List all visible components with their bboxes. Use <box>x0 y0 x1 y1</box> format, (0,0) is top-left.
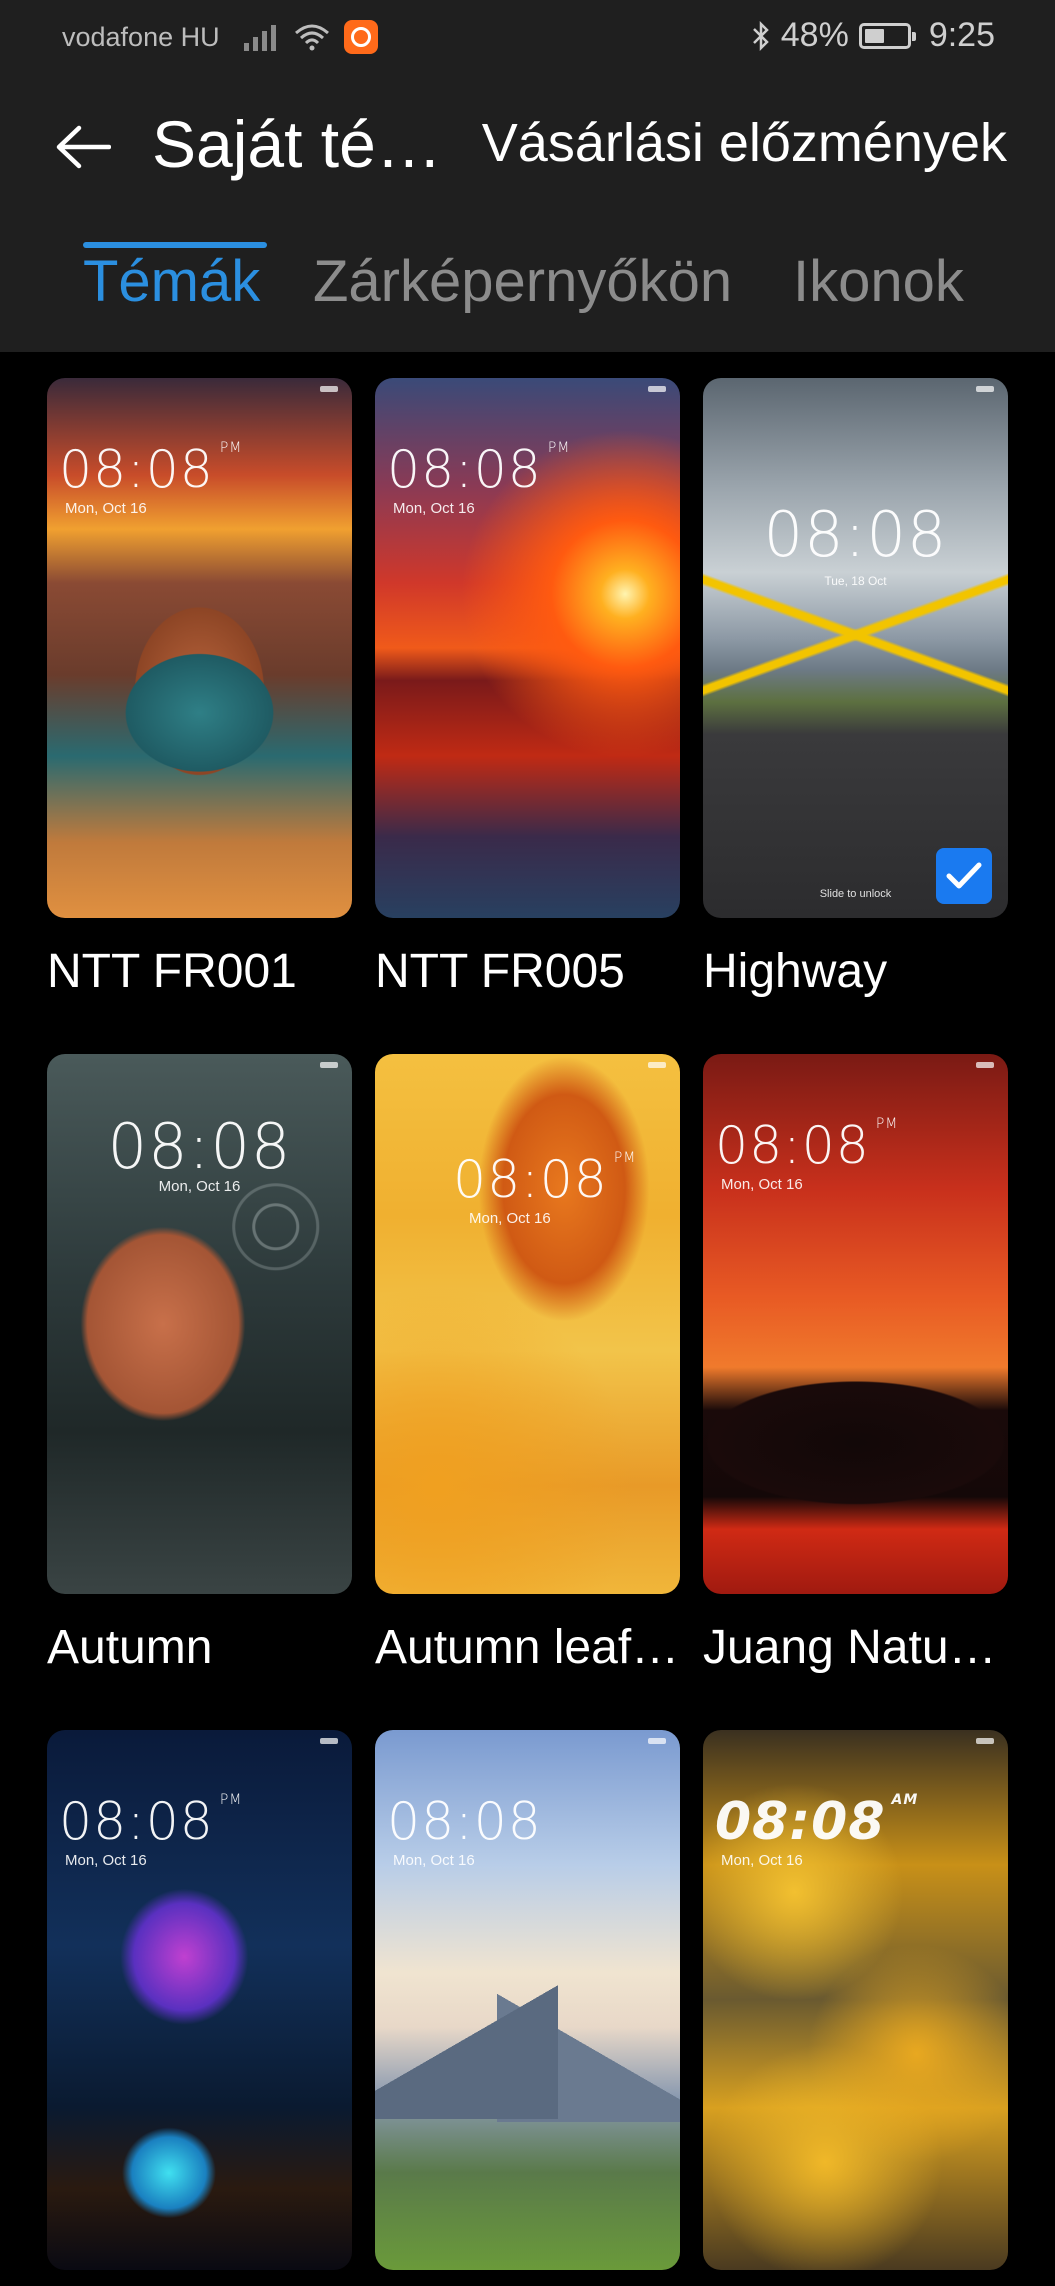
back-arrow-icon <box>56 125 111 169</box>
signal-icon <box>243 23 276 51</box>
theme-thumbnail[interactable]: 08:08 Mon, Oct 16 <box>375 1730 680 2270</box>
theme-name: Highway <box>703 945 888 998</box>
theme-thumbnail[interactable]: 08:08 PM Mon, Oct 16 <box>47 1730 352 2270</box>
tab-themes[interactable]: Témák <box>83 248 260 315</box>
preview-clock: 08:08 PM <box>59 440 243 500</box>
theme-name: NTT FR001 <box>47 945 297 998</box>
theme-name: Autumn <box>47 1621 213 1674</box>
theme-card-ntt-fr005[interactable]: 08:08 PM Mon, Oct 16 NTT FR005 <box>375 378 680 999</box>
preview-clock: 08:08 PM <box>387 440 571 500</box>
app-bar: Saját té… Vásárlási előzmények Témák Zár… <box>0 72 1055 352</box>
preview-date: Mon, Oct 16 <box>393 500 475 517</box>
carrier-name: vodafone HU <box>62 21 220 52</box>
preview-date: Mon, Oct 16 <box>721 1852 803 1869</box>
theme-thumbnail[interactable]: 08:08 AM Mon, Oct 16 <box>703 1730 1008 2270</box>
theme-name: Autumn leaf… <box>375 1621 680 1674</box>
preview-date: Tue, 18 Oct <box>824 574 887 588</box>
bluetooth-icon <box>752 20 769 51</box>
theme-thumbnail[interactable]: 08:08 PM Mon, Oct 16 <box>375 378 680 918</box>
theme-card-butterfly[interactable]: 08:08 PM Mon, Oct 16 <box>47 1730 352 2286</box>
theme-thumbnail[interactable]: 08:08 Tue, 18 Oct Slide to unlock <box>703 378 1008 918</box>
preview-date: Mon, Oct 16 <box>469 1210 551 1227</box>
theme-card-autumn[interactable]: 08:08 Mon, Oct 16 Autumn <box>47 1054 352 1675</box>
theme-thumbnail[interactable]: 08:08 Mon, Oct 16 <box>47 1054 352 1594</box>
tab-bar: Témák Zárképernyőkön Ikonok <box>0 248 1055 352</box>
active-tab-indicator <box>83 242 267 248</box>
preview-clock: 08:08 PM <box>59 1792 243 1852</box>
back-button[interactable] <box>48 112 118 182</box>
preview-clock: 08:08 <box>107 1110 292 1183</box>
tab-icons[interactable]: Ikonok <box>793 248 964 315</box>
wifi-icon <box>294 24 329 51</box>
preview-clock: 08:08 PM <box>715 1116 899 1176</box>
clock-time: 9:25 <box>928 16 995 54</box>
status-bar: vodafone HU 48% 9:25 <box>0 0 1055 72</box>
purchase-history-button[interactable]: Vásárlási előzmények <box>482 112 1007 174</box>
theme-thumbnail[interactable]: 08:08 PM Mon, Oct 16 <box>375 1054 680 1594</box>
theme-card-highway[interactable]: 08:08 Tue, 18 Oct Slide to unlock Highwa… <box>703 378 1008 999</box>
preview-clock: 08:08 <box>763 498 948 571</box>
theme-card-ntt-fr001[interactable]: 08:08 PM Mon, Oct 16 NTT FR001 <box>47 378 352 999</box>
preview-date: Mon, Oct 16 <box>65 1852 147 1869</box>
page-title: Saját té… <box>152 107 442 181</box>
theme-name: NTT FR005 <box>375 945 625 998</box>
npc-icon <box>343 20 378 54</box>
selected-check-icon <box>936 848 992 904</box>
tab-lock-screens[interactable]: Zárképernyőkön <box>313 248 732 315</box>
theme-thumbnail[interactable]: 08:08 PM Mon, Oct 16 <box>47 378 352 918</box>
theme-card-mountains[interactable]: 08:08 Mon, Oct 16 <box>375 1730 680 2286</box>
theme-grid: 08:08 PM Mon, Oct 16 NTT FR001 08:08 PM Mo… <box>0 352 1055 2286</box>
preview-date: Mon, Oct 16 <box>721 1176 803 1193</box>
battery-percent: 48% <box>780 16 849 54</box>
preview-date: Mon, Oct 16 <box>65 500 147 517</box>
theme-card-golden-tree[interactable]: 08:08 AM Mon, Oct 16 <box>703 1730 1008 2286</box>
theme-card-juang-natu[interactable]: 08:08 PM Mon, Oct 16 Juang Natu… <box>703 1054 1008 1675</box>
preview-date: Mon, Oct 16 <box>393 1852 475 1869</box>
preview-clock: 08:08 PM <box>453 1150 637 1210</box>
preview-date: Mon, Oct 16 <box>158 1178 241 1195</box>
preview-clock: 08:08 <box>387 1792 542 1852</box>
theme-thumbnail[interactable]: 08:08 PM Mon, Oct 16 <box>703 1054 1008 1594</box>
battery-icon <box>858 22 916 49</box>
theme-name: Juang Natu… <box>703 1621 997 1674</box>
preview-clock: 08:08 AM <box>715 1792 919 1852</box>
theme-card-autumn-leaf[interactable]: 08:08 PM Mon, Oct 16 Autumn leaf… <box>375 1054 680 1675</box>
